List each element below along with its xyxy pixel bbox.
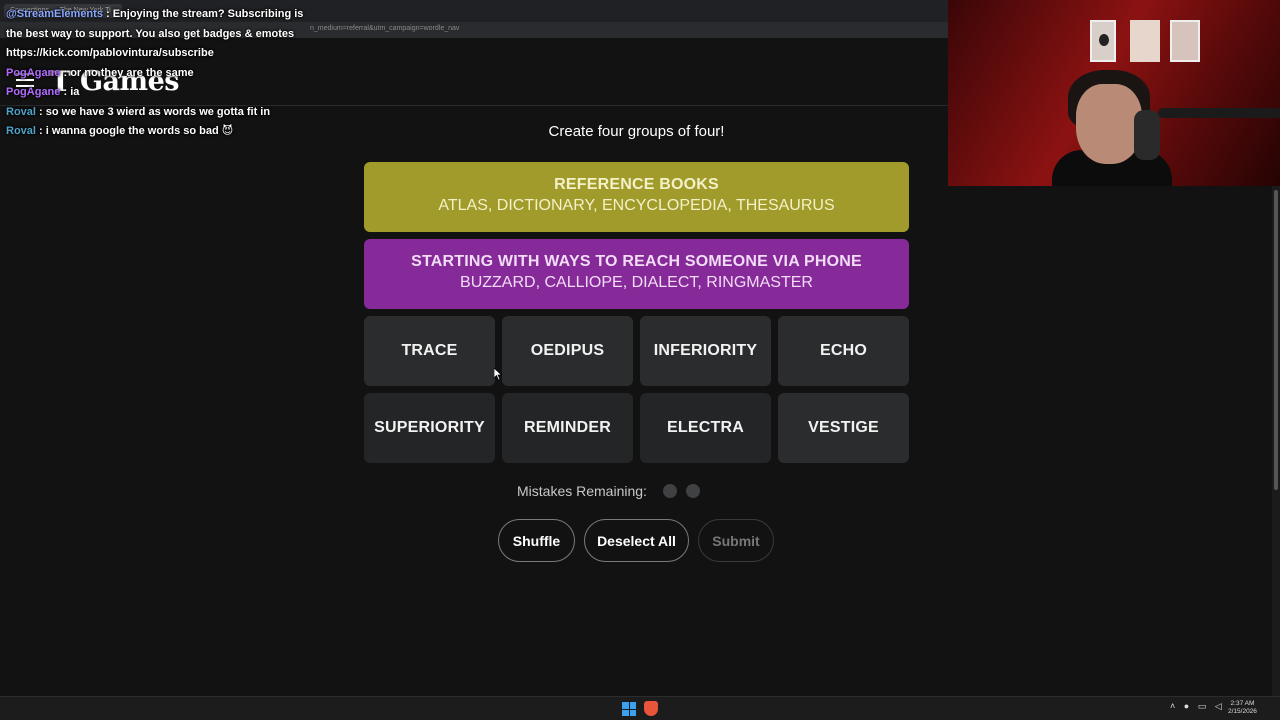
chat-username: @StreamElements (6, 8, 103, 20)
chat-text: https://kick.com/pablovintura/subscribe (6, 47, 214, 59)
chat-text: or no they are the same (70, 66, 194, 79)
windows-start-icon[interactable] (622, 702, 636, 716)
word-tile[interactable]: TRACE (364, 316, 495, 386)
streamer-face (1076, 84, 1142, 164)
word-tile[interactable]: INFERIORITY (640, 316, 771, 386)
group-words: BUZZARD, CALLIOPE, DIALECT, RINGMASTER (460, 274, 813, 291)
solved-group-purple: STARTING WITH WAYS TO REACH SOMEONE VIA … (364, 239, 909, 309)
chat-text: so we have 3 wierd as words we gotta fit… (45, 105, 271, 118)
clock-date: 2/15/2026 (1228, 708, 1257, 715)
word-tile[interactable]: SUPERIORITY (364, 393, 495, 463)
chat-username: Roval (6, 125, 36, 137)
volume-icon[interactable]: ◁ (1215, 701, 1222, 711)
network-icon[interactable]: ▭ (1198, 701, 1207, 711)
mouse-cursor-icon (494, 368, 502, 380)
game-prompt: Create four groups of four! (548, 123, 725, 140)
taskbar: ˄ ● ▭ ◁ 2:37 AM 2/15/2026 (0, 696, 1280, 720)
chat-text: i wanna google the words so bad 😈 (45, 125, 234, 137)
chat-message: Roval : so we have 3 wierd as words we g… (6, 105, 271, 118)
chat-message: Roval : i wanna google the words so bad … (6, 125, 234, 137)
group-words: ATLAS, DICTIONARY, ENCYCLOPEDIA, THESAUR… (438, 197, 835, 214)
shuffle-button[interactable]: Shuffle (498, 519, 575, 562)
word-tile[interactable]: OEDIPUS (502, 316, 633, 386)
solved-group-yellow: REFERENCE BOOKS ATLAS, DICTIONARY, ENCYC… (364, 162, 909, 232)
chat-message: the best way to support. You also get ba… (6, 25, 336, 45)
chat-username: PogAgane (6, 86, 61, 98)
chevron-up-icon[interactable]: ˄ (1170, 701, 1175, 711)
clock-time: 2:37 AM (1230, 700, 1255, 707)
mistake-dot (685, 484, 700, 498)
mistake-dot (662, 484, 677, 498)
chat-username: PogAgane (6, 66, 61, 79)
wall-picture (1090, 20, 1116, 62)
group-category: REFERENCE BOOKS (554, 176, 719, 193)
chat-message: PogAgane : ia (6, 86, 80, 98)
word-tile[interactable]: ECHO (778, 316, 909, 386)
word-tile[interactable]: REMINDER (502, 393, 633, 463)
page-scrollbar[interactable] (1272, 186, 1280, 696)
system-tray: ˄ ● ▭ ◁ (1170, 701, 1228, 712)
word-tile[interactable]: ELECTRA (640, 393, 771, 463)
deselect-all-button[interactable]: Deselect All (584, 519, 689, 562)
screen: Connections — The New York Ti n_medium=r… (0, 0, 1280, 720)
submit-button[interactable]: Submit (698, 519, 774, 562)
word-tile[interactable]: VESTIGE (778, 393, 909, 463)
wall-picture (1170, 20, 1200, 62)
mistakes-remaining: Mistakes Remaining: (517, 483, 700, 499)
chat-text: the best way to support. You also get ba… (6, 27, 295, 40)
mistakes-label: Mistakes Remaining: (517, 483, 647, 499)
wall-picture (1130, 20, 1160, 62)
mic-arm (1158, 108, 1280, 118)
taskbar-clock[interactable]: 2:37 AM 2/15/2026 (1228, 700, 1257, 716)
webcam-overlay (948, 0, 1280, 186)
chat-username: Roval (6, 105, 36, 118)
stream-chat-overlay: @StreamElements : Enjoying the stream? S… (6, 5, 336, 142)
chat-message: @StreamElements : Enjoying the stream? S… (6, 8, 304, 20)
group-category: STARTING WITH WAYS TO REACH SOMEONE VIA … (411, 253, 862, 270)
chat-message: https://kick.com/pablovintura/subscribe (6, 44, 336, 64)
microphone (1134, 110, 1160, 160)
scroll-thumb[interactable] (1274, 190, 1278, 490)
brave-browser-icon[interactable] (644, 701, 658, 716)
chat-message: PogAgane : or no they are the same (6, 66, 194, 79)
microphone-icon[interactable]: ● (1184, 701, 1189, 711)
chat-text: ia (70, 86, 80, 98)
chat-text: Enjoying the stream? Subscribing is (112, 8, 304, 20)
